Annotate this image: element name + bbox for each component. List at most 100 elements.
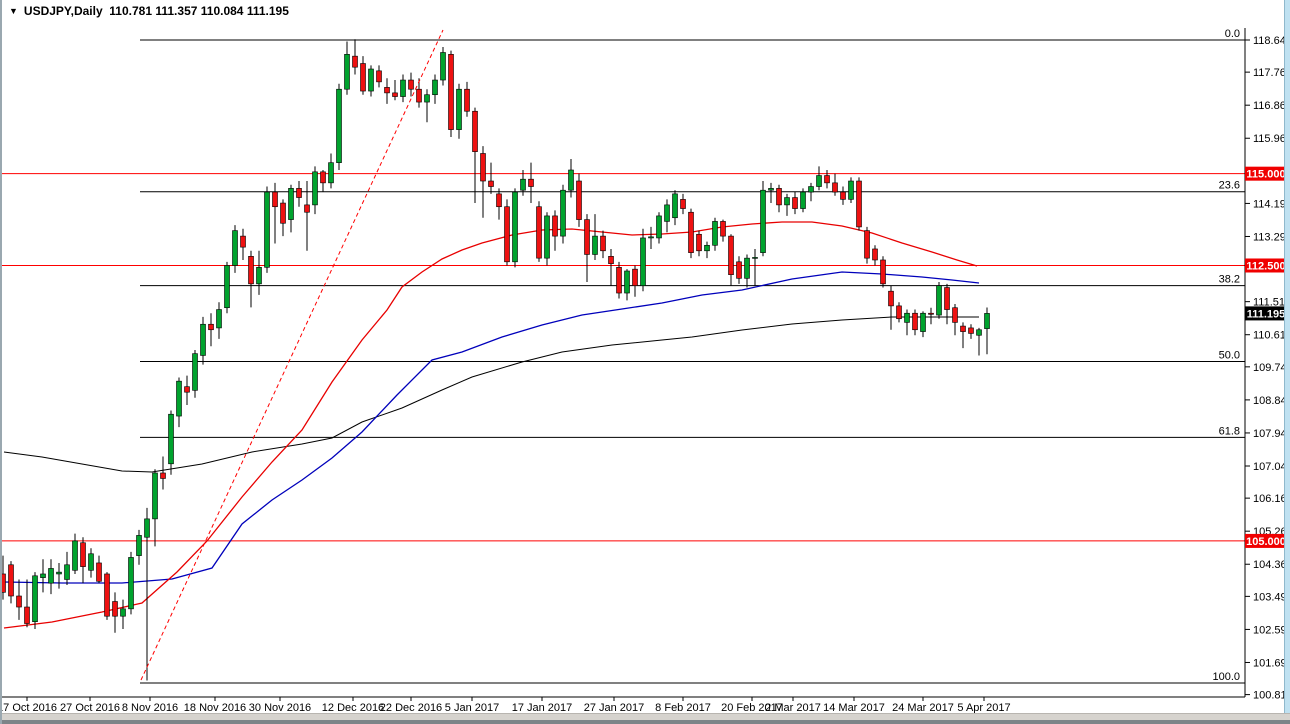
bear-candle: [81, 543, 86, 567]
bull-candle: [49, 568, 54, 583]
bull-candle: [153, 473, 158, 519]
bull-candle: [33, 576, 38, 622]
bull-candle: [937, 286, 942, 315]
bear-candle: [465, 89, 470, 111]
bear-candle: [945, 288, 950, 310]
bull-candle: [849, 181, 854, 199]
bear-candle: [529, 179, 534, 186]
bear-candle: [865, 231, 870, 259]
ma-red: [4, 222, 977, 628]
svg-text:111.195: 111.195: [1247, 308, 1286, 320]
price-tag-red: 105.000: [1245, 534, 1288, 548]
chart-title-bar: ▼USDJPY,Daily 110.781 111.357 110.084 11…: [9, 4, 289, 18]
bear-candle: [97, 563, 102, 581]
bull-candle: [521, 179, 526, 190]
bull-candle: [649, 237, 654, 238]
bull-candle: [545, 216, 550, 258]
bear-candle: [377, 71, 382, 82]
bear-candle: [857, 181, 862, 227]
bull-candle: [985, 313, 990, 328]
bear-candle: [689, 212, 694, 252]
bear-candle: [737, 262, 742, 279]
bull-candle: [337, 89, 342, 162]
bull-candle: [657, 216, 662, 238]
bull-candle: [625, 271, 630, 293]
bear-candle: [577, 181, 582, 220]
bull-candle: [129, 557, 134, 608]
bear-candle: [105, 574, 110, 616]
bull-candle: [905, 313, 910, 322]
bear-candle: [497, 194, 502, 207]
bull-candle: [265, 192, 270, 267]
bear-candle: [601, 236, 606, 251]
bear-candle: [489, 181, 494, 187]
trendline[interactable]: [141, 30, 443, 680]
ohlc-close-value: 111.195: [247, 4, 289, 18]
bear-candle: [273, 192, 278, 207]
bull-candle: [801, 192, 806, 209]
svg-text:115.000: 115.000: [1246, 169, 1285, 181]
bull-candle: [145, 519, 150, 537]
bull-candle: [89, 554, 94, 571]
bull-candle: [921, 313, 926, 331]
chart-dropdown-icon[interactable]: ▼: [9, 6, 18, 16]
bull-candle: [401, 80, 406, 97]
bear-candle: [481, 153, 486, 181]
bull-candle: [809, 187, 814, 193]
price-tag-red: 112.500: [1245, 258, 1288, 272]
bear-candle: [881, 260, 886, 284]
bear-candle: [633, 269, 638, 286]
bull-candle: [673, 194, 678, 218]
bear-candle: [185, 387, 190, 393]
bull-candle: [57, 572, 62, 574]
bull-candle: [753, 257, 758, 258]
fibonacci-retracement[interactable]: 0.023.638.250.061.8100.0: [140, 28, 1245, 683]
bear-candle: [537, 207, 542, 258]
bear-candle: [961, 326, 966, 332]
fib-level-label: 50.0: [1219, 350, 1240, 362]
bull-candle: [457, 89, 462, 129]
bull-candle: [441, 52, 446, 80]
window-right-edge: [1284, 0, 1290, 713]
current-price-tag: 111.195: [1245, 306, 1288, 320]
bull-candle: [217, 310, 222, 328]
bear-candle: [617, 267, 622, 293]
bull-candle: [169, 414, 174, 464]
date-axis[interactable]: 17 Oct 201627 Oct 20168 Nov 201618 Nov 2…: [2, 697, 1011, 714]
bear-candle: [409, 80, 414, 89]
bear-candle: [913, 313, 918, 330]
bear-candle: [897, 306, 902, 319]
price-chart-canvas[interactable]: 0.023.638.250.061.8100.0118.640117.76511…: [2, 0, 1290, 724]
bear-candle: [209, 324, 214, 330]
ohlc-low-value: 110.084: [201, 4, 244, 18]
bull-candle: [977, 330, 982, 336]
bear-candle: [841, 192, 846, 199]
bear-candle: [873, 249, 878, 260]
bull-candle: [313, 172, 318, 205]
bull-candle: [425, 95, 430, 102]
bear-candle: [697, 234, 702, 251]
bull-candle: [433, 80, 438, 95]
bull-candle: [561, 190, 566, 236]
bear-candle: [889, 291, 894, 306]
candles-layer[interactable]: [2, 39, 990, 680]
bear-candle: [681, 199, 686, 208]
bear-candle: [953, 308, 958, 323]
bear-candle: [553, 216, 558, 236]
bear-candle: [321, 172, 326, 183]
bear-candle: [585, 220, 590, 255]
bear-candle: [9, 565, 14, 596]
bear-candle: [361, 64, 366, 92]
bear-candle: [249, 256, 254, 284]
bull-candle: [257, 267, 262, 284]
fib-level-label: 0.0: [1225, 28, 1240, 40]
horizontal-price-lines[interactable]: [2, 174, 1245, 541]
bull-candle: [705, 245, 710, 251]
bear-candle: [473, 111, 478, 151]
bear-candle: [113, 602, 118, 617]
bull-candle: [665, 205, 670, 222]
bull-candle: [41, 574, 46, 578]
bull-candle: [137, 535, 142, 555]
bear-candle: [17, 596, 22, 607]
bull-candle: [769, 188, 774, 190]
